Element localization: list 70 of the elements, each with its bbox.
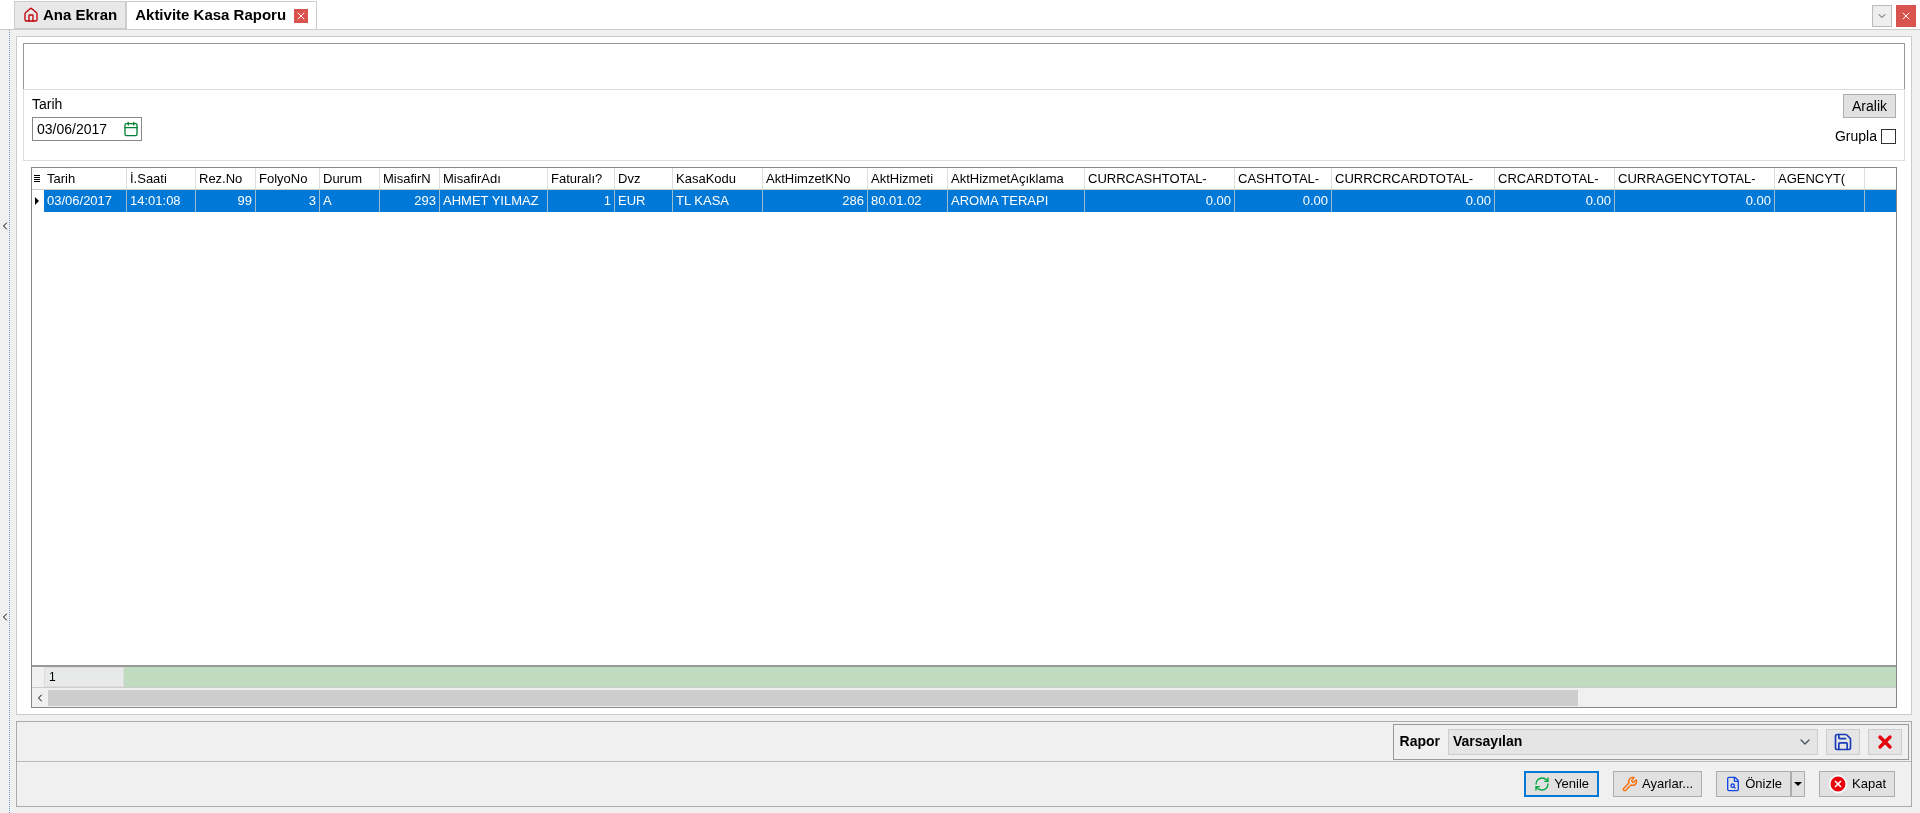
tab[interactable]: Aktivite Kasa Raporu (126, 1, 318, 29)
table-cell-text: 286 (842, 192, 864, 211)
column-header[interactable]: Durum (320, 168, 380, 189)
save-button[interactable] (1826, 728, 1860, 755)
report-dropdown[interactable]: Varsayılan (1448, 728, 1818, 755)
column-header[interactable]: Tarih (44, 168, 127, 189)
table-cell-text: 1 (603, 192, 611, 211)
table-cell-text: 0.00 (1205, 192, 1231, 211)
table-cell-text: 0.00 (1585, 192, 1611, 211)
column-header[interactable]: AktHizmeti (868, 168, 948, 189)
tab[interactable]: Ana Ekran (14, 1, 127, 29)
column-header[interactable]: MisafirN (380, 168, 440, 189)
report-label: Rapor (1399, 732, 1440, 751)
date-field[interactable]: 03/06/2017 (32, 117, 142, 141)
tools-icon (1622, 776, 1639, 792)
table-cell-text: 0.00 (1465, 192, 1491, 211)
table-cell-text: 80.01.02 (871, 192, 922, 211)
group-checkbox[interactable] (1881, 129, 1896, 144)
column-header[interactable]: KasaKodu (673, 168, 763, 189)
table-cell-text: 03/06/2017 (47, 192, 113, 211)
table-cell-text: EUR (618, 192, 646, 211)
preview-button[interactable]: Önizle (1716, 771, 1791, 797)
table-row[interactable]: 03/06/2017 14:01:08 99 3 A 293 AHMET YILMAZ 1 EUR TL KASA 286 80.01.02 AROMA TERAPI 0.00 0.00 0.00 0.00 0.00 (32, 190, 1896, 212)
tab-close-button[interactable] (294, 8, 309, 23)
column-header[interactable]: İ.Saati (127, 168, 196, 189)
table-cell-text: AROMA TERAPI (951, 192, 1049, 211)
close-button[interactable] (1896, 5, 1916, 27)
row-indicator-icon (35, 197, 39, 205)
refresh-icon (1534, 776, 1551, 792)
table-cell-text: 14:01:08 (130, 192, 181, 211)
table-cell-text: 0.00 (1302, 192, 1328, 211)
column-header[interactable]: FolyoNo (256, 168, 320, 189)
side-splitter[interactable] (0, 30, 10, 813)
column-header[interactable]: CURRCRCARDTOTAL- (1332, 168, 1495, 189)
range-button[interactable]: Aralik (1843, 94, 1896, 118)
table-cell-text: 99 (237, 192, 252, 211)
column-header[interactable]: Rez.No (196, 168, 256, 189)
date-label: Tarih (32, 95, 64, 114)
calendar-icon[interactable] (123, 121, 139, 137)
column-header[interactable]: CRCARDTOTAL- (1495, 168, 1615, 189)
horizontal-scrollbar[interactable] (32, 687, 1896, 707)
close-icon (1900, 10, 1912, 22)
settings-button[interactable]: Ayarlar... (1613, 771, 1703, 797)
close-button[interactable]: Kapat (1819, 771, 1895, 797)
preview-icon (1725, 776, 1742, 792)
table-cell-text: TL KASA (676, 192, 729, 211)
table-cell-text: 0.00 (1745, 192, 1771, 211)
refresh-button[interactable]: Yenile (1524, 771, 1600, 797)
scrollbar-thumb[interactable] (48, 689, 1578, 706)
column-header[interactable]: CURRAGENCYTOTAL- (1615, 168, 1775, 189)
column-header[interactable]: AktHizmetAçıklama (948, 168, 1085, 189)
record-count: 1 (44, 667, 124, 687)
table-cell-text: 293 (414, 192, 436, 211)
home-icon (23, 7, 39, 23)
group-label: Grupla (1834, 127, 1877, 146)
dropdown-button[interactable] (1791, 771, 1805, 797)
column-header[interactable]: AGENCYT( (1775, 168, 1865, 189)
delete-button[interactable] (1868, 728, 1902, 755)
close-icon (1828, 774, 1848, 794)
table-cell-text: A (323, 192, 332, 211)
column-header[interactable]: AktHimzetKNo (763, 168, 868, 189)
column-header[interactable]: CASHTOTAL- (1235, 168, 1332, 189)
column-header[interactable]: MisafirAdı (440, 168, 548, 189)
column-header[interactable]: CURRCASHTOTAL- (1085, 168, 1235, 189)
footer-indicator-cell (32, 667, 44, 687)
table-cell-text: AHMET YILMAZ (443, 192, 539, 211)
table-cell-text: 3 (308, 192, 316, 211)
caret-icon (1794, 782, 1802, 786)
column-header[interactable]: Faturalı? (548, 168, 615, 189)
column-header[interactable]: Dvz (615, 168, 673, 189)
